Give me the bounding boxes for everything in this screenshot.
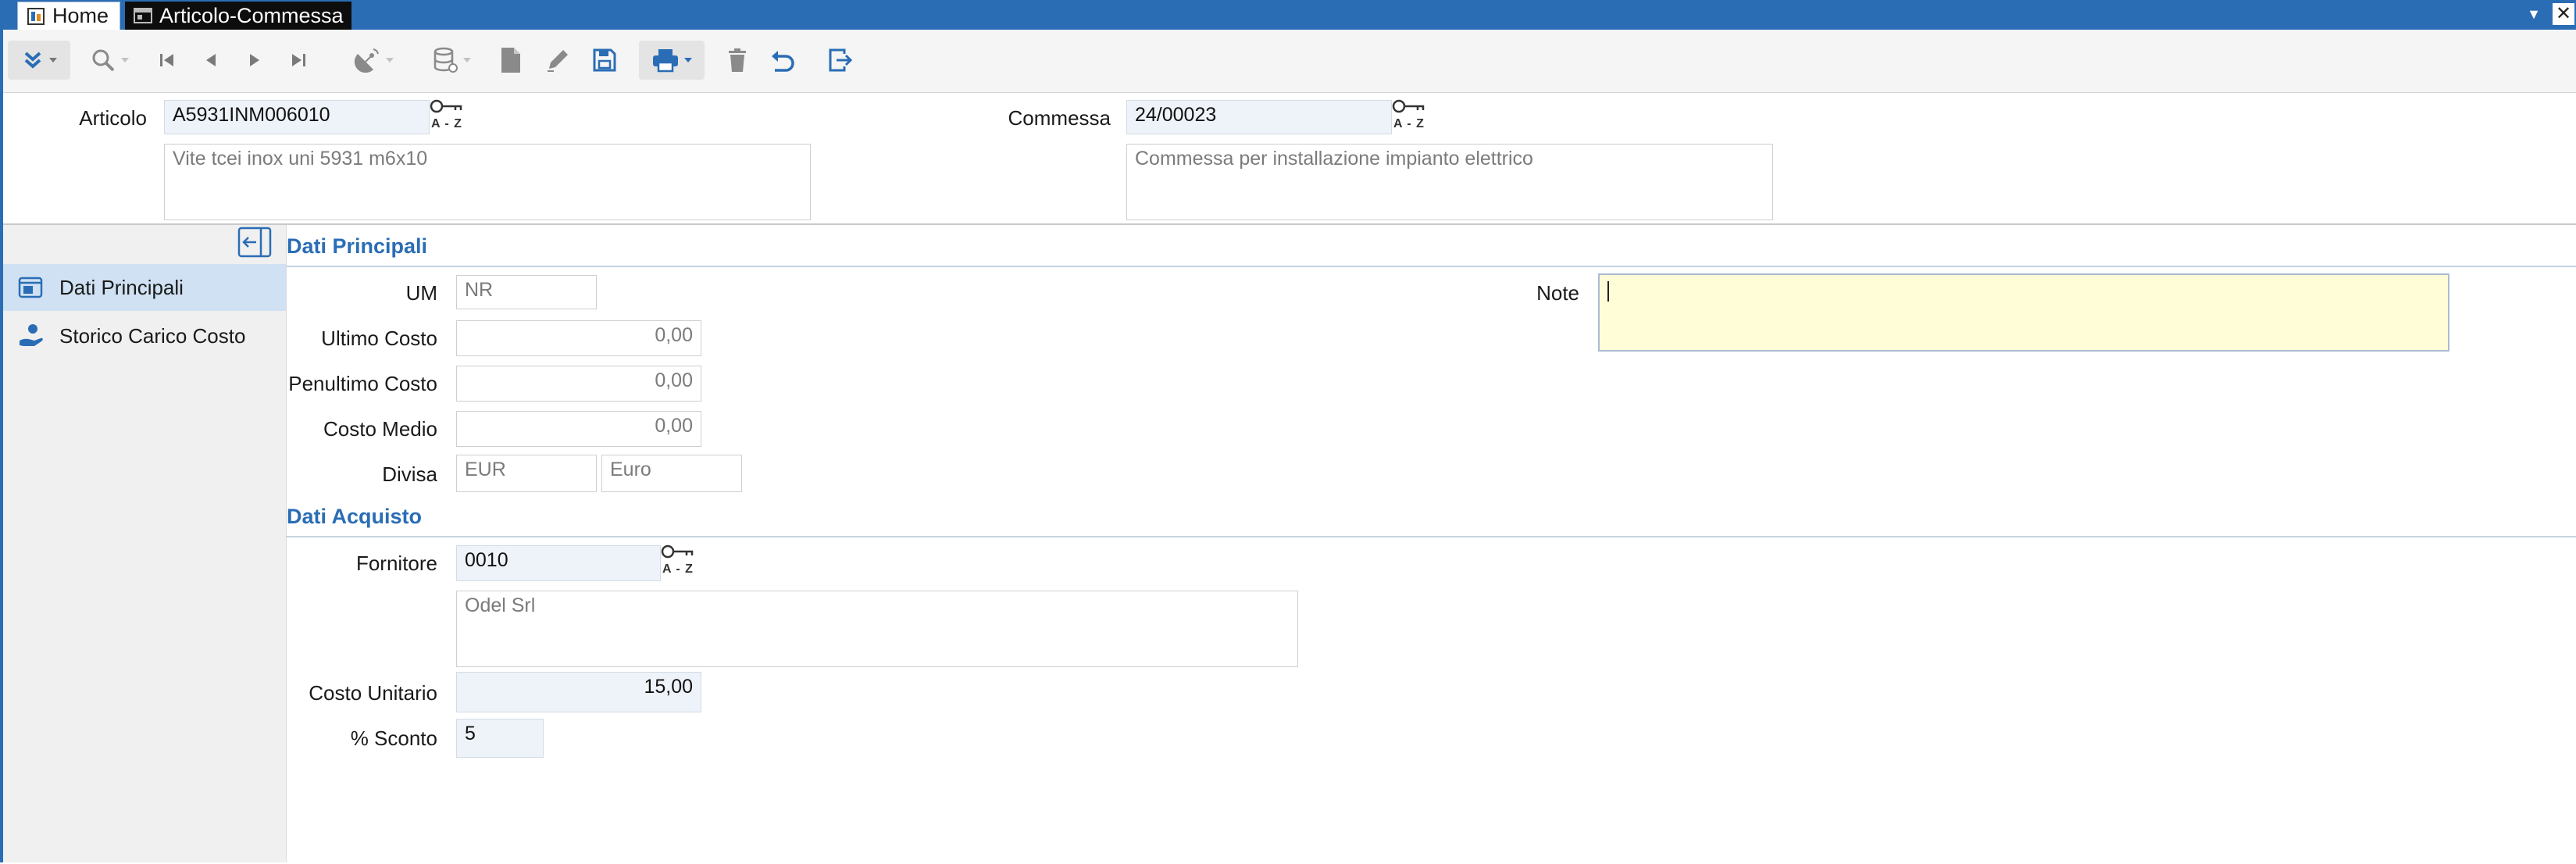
search-button[interactable]	[81, 41, 137, 80]
tab-bar: Home Articolo-Commessa ▼ ✕	[0, 0, 2576, 30]
section-divider	[286, 266, 2576, 267]
window-icon	[133, 5, 153, 26]
toolbar	[3, 30, 2576, 93]
next-record-button[interactable]	[241, 41, 269, 80]
commessa-code-field[interactable]: 24/00023	[1126, 100, 1392, 134]
close-icon[interactable]: ✕	[2553, 3, 2574, 25]
product-card-icon	[18, 277, 43, 298]
ultimo-costo-label: Ultimo Costo	[321, 327, 437, 350]
section-divider	[286, 536, 2576, 537]
commessa-description-field[interactable]: Commessa per installazione impianto elet…	[1126, 144, 1773, 220]
key-icon	[661, 544, 694, 559]
divisa-label: Divisa	[382, 462, 437, 486]
ultimo-costo-field[interactable]: 0,00	[456, 320, 701, 356]
key-icon	[430, 99, 462, 113]
save-icon	[593, 48, 616, 72]
sidebar-item-label: Storico Carico Costo	[59, 323, 246, 348]
sconto-label: % Sconto	[350, 727, 437, 750]
lookup-az-label: A - Z	[1393, 117, 1425, 130]
undo-button[interactable]	[765, 41, 800, 80]
hand-coins-icon	[20, 324, 43, 346]
tab-home[interactable]: Home	[17, 2, 120, 30]
fornitore-lookup-button[interactable]: A - Z	[661, 544, 697, 581]
satellite-dish-icon	[354, 48, 379, 73]
key-icon	[1392, 99, 1425, 113]
articolo-label: Articolo	[79, 106, 147, 130]
fornitore-code-field[interactable]: 0010	[456, 545, 661, 581]
save-button[interactable]	[587, 41, 622, 80]
costo-medio-field[interactable]: 0,00	[456, 411, 701, 447]
sidebar-item-dati-principali[interactable]: Dati Principali	[3, 264, 286, 311]
undo-icon	[772, 51, 794, 72]
um-label: UM	[405, 281, 437, 305]
um-field[interactable]: NR	[456, 275, 597, 309]
commessa-lookup-button[interactable]: A - Z	[1392, 98, 1428, 136]
commessa-label: Commessa	[1008, 106, 1111, 130]
edit-button[interactable]	[541, 41, 575, 80]
sidebar-item-storico-carico-costo[interactable]: Storico Carico Costo	[3, 312, 286, 359]
articolo-code-field[interactable]: A5931INM006010	[164, 100, 430, 134]
section-title-dati-principali: Dati Principali	[287, 234, 428, 258]
note-textarea[interactable]	[1598, 273, 2449, 352]
penultimo-costo-label: Penultimo Costo	[288, 372, 437, 395]
fornitore-label: Fornitore	[355, 552, 437, 575]
first-record-icon	[160, 54, 173, 66]
database-button[interactable]	[422, 41, 481, 80]
chevron-down-icon[interactable]: ▼	[2523, 3, 2545, 25]
penultimo-costo-field[interactable]: 0,00	[456, 366, 701, 402]
sidebar-item-label: Dati Principali	[59, 275, 184, 299]
new-document-button[interactable]	[495, 41, 526, 80]
previous-record-icon	[206, 54, 216, 66]
first-record-button[interactable]	[153, 41, 181, 80]
divisa-code-field[interactable]: EUR	[456, 455, 597, 492]
section-title-dati-acquisto: Dati Acquisto	[287, 505, 423, 528]
sconto-field[interactable]: 5	[456, 719, 544, 758]
lookup-az-label: A - Z	[662, 562, 694, 576]
last-record-button[interactable]	[284, 41, 312, 80]
database-icon	[433, 47, 458, 73]
delete-button[interactable]	[722, 41, 753, 80]
lookup-az-label: A - Z	[431, 117, 462, 130]
costo-unitario-label: Costo Unitario	[309, 681, 437, 705]
exit-button[interactable]	[823, 41, 858, 80]
next-record-icon	[250, 54, 259, 66]
new-document-icon	[501, 48, 520, 73]
tab-articolo-commessa-label: Articolo-Commessa	[159, 3, 344, 27]
home-icon	[26, 6, 46, 27]
print-icon	[653, 49, 678, 73]
delete-icon	[729, 48, 746, 72]
tab-articolo-commessa[interactable]: Articolo-Commessa	[125, 2, 351, 30]
note-label: Note	[1536, 281, 1579, 305]
expand-more-icon	[24, 52, 41, 69]
last-record-icon	[292, 54, 305, 66]
divisa-description-field[interactable]: Euro	[601, 455, 742, 492]
costo-unitario-field[interactable]: 15,00	[456, 672, 701, 712]
articolo-description-field[interactable]: Vite tcei inox uni 5931 m6x10	[164, 144, 811, 220]
costo-medio-label: Costo Medio	[323, 417, 437, 441]
text-cursor	[1607, 281, 1609, 302]
fornitore-description-field[interactable]: Odel Srl	[456, 591, 1298, 667]
satellite-button[interactable]	[344, 41, 403, 80]
previous-record-button[interactable]	[197, 41, 225, 80]
print-button[interactable]	[639, 41, 705, 80]
collapse-panel-icon	[237, 227, 272, 258]
articolo-lookup-button[interactable]: A - Z	[430, 98, 466, 136]
exit-icon	[829, 48, 853, 72]
tab-home-label: Home	[52, 4, 109, 27]
expand-menu-button[interactable]	[8, 41, 70, 80]
collapse-sidebar-button[interactable]	[237, 227, 272, 258]
edit-icon	[548, 50, 568, 72]
search-icon	[92, 49, 115, 72]
